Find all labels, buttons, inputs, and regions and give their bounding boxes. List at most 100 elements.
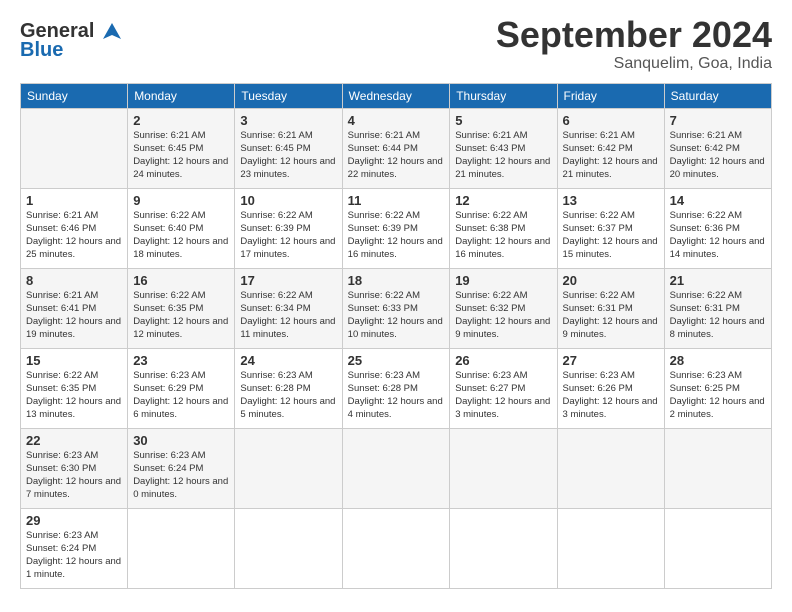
location-subtitle: Sanquelim, Goa, India [496,55,772,73]
calendar-cell: 8 Sunrise: 6:21 AMSunset: 6:41 PMDayligh… [21,268,128,348]
day-info: Sunrise: 6:21 AMSunset: 6:42 PMDaylight:… [670,130,765,181]
calendar-cell: 21 Sunrise: 6:22 AMSunset: 6:31 PMDaylig… [664,268,771,348]
day-number: 2 [133,113,229,128]
calendar-cell: 18 Sunrise: 6:22 AMSunset: 6:33 PMDaylig… [342,268,450,348]
day-info: Sunrise: 6:22 AMSunset: 6:35 PMDaylight:… [133,290,228,341]
day-info: Sunrise: 6:23 AMSunset: 6:30 PMDaylight:… [26,450,121,501]
weekday-header-monday: Monday [128,83,235,108]
day-number: 8 [26,273,122,288]
calendar-cell: 24 Sunrise: 6:23 AMSunset: 6:28 PMDaylig… [235,348,342,428]
day-number: 23 [133,353,229,368]
calendar-cell: 17 Sunrise: 6:22 AMSunset: 6:34 PMDaylig… [235,268,342,348]
month-title: September 2024 [496,15,772,55]
day-info: Sunrise: 6:21 AMSunset: 6:43 PMDaylight:… [455,130,550,181]
weekday-header-tuesday: Tuesday [235,83,342,108]
day-number: 21 [670,273,766,288]
day-info: Sunrise: 6:23 AMSunset: 6:24 PMDaylight:… [26,530,121,581]
calendar-cell: 23 Sunrise: 6:23 AMSunset: 6:29 PMDaylig… [128,348,235,428]
calendar-cell [235,508,342,588]
day-info: Sunrise: 6:22 AMSunset: 6:36 PMDaylight:… [670,210,765,261]
day-number: 26 [455,353,551,368]
calendar-cell: 9 Sunrise: 6:22 AMSunset: 6:40 PMDayligh… [128,188,235,268]
day-number: 19 [455,273,551,288]
day-info: Sunrise: 6:21 AMSunset: 6:45 PMDaylight:… [133,130,228,181]
calendar-cell [664,508,771,588]
calendar-cell: 1 Sunrise: 6:21 AMSunset: 6:46 PMDayligh… [21,188,128,268]
calendar-cell: 4 Sunrise: 6:21 AMSunset: 6:44 PMDayligh… [342,108,450,188]
day-info: Sunrise: 6:22 AMSunset: 6:32 PMDaylight:… [455,290,550,341]
calendar-cell: 25 Sunrise: 6:23 AMSunset: 6:28 PMDaylig… [342,348,450,428]
day-info: Sunrise: 6:22 AMSunset: 6:40 PMDaylight:… [133,210,228,261]
weekday-header-friday: Friday [557,83,664,108]
day-number: 22 [26,433,122,448]
day-info: Sunrise: 6:22 AMSunset: 6:34 PMDaylight:… [240,290,335,341]
day-number: 30 [133,433,229,448]
calendar-cell: 13 Sunrise: 6:22 AMSunset: 6:37 PMDaylig… [557,188,664,268]
calendar-cell: 11 Sunrise: 6:22 AMSunset: 6:39 PMDaylig… [342,188,450,268]
calendar-cell: 3 Sunrise: 6:21 AMSunset: 6:45 PMDayligh… [235,108,342,188]
day-number: 10 [240,193,336,208]
calendar-cell: 22 Sunrise: 6:23 AMSunset: 6:30 PMDaylig… [21,428,128,508]
day-number: 14 [670,193,766,208]
calendar-cell [450,428,557,508]
calendar-cell [450,508,557,588]
header: General Blue September 2024 Sanquelim, G… [20,15,772,73]
calendar-cell [235,428,342,508]
page-container: General Blue September 2024 Sanquelim, G… [0,0,792,599]
weekday-header-wednesday: Wednesday [342,83,450,108]
calendar-cell: 29 Sunrise: 6:23 AMSunset: 6:24 PMDaylig… [21,508,128,588]
calendar-cell: 12 Sunrise: 6:22 AMSunset: 6:38 PMDaylig… [450,188,557,268]
day-number: 20 [563,273,659,288]
day-number: 11 [348,193,445,208]
day-info: Sunrise: 6:23 AMSunset: 6:29 PMDaylight:… [133,370,228,421]
day-info: Sunrise: 6:22 AMSunset: 6:38 PMDaylight:… [455,210,550,261]
calendar-cell: 16 Sunrise: 6:22 AMSunset: 6:35 PMDaylig… [128,268,235,348]
calendar-cell: 27 Sunrise: 6:23 AMSunset: 6:26 PMDaylig… [557,348,664,428]
calendar-table: SundayMondayTuesdayWednesdayThursdayFrid… [20,83,772,589]
logo: General Blue [20,20,123,62]
calendar-cell [557,428,664,508]
day-number: 9 [133,193,229,208]
calendar-cell: 5 Sunrise: 6:21 AMSunset: 6:43 PMDayligh… [450,108,557,188]
day-info: Sunrise: 6:21 AMSunset: 6:42 PMDaylight:… [563,130,658,181]
calendar-cell: 26 Sunrise: 6:23 AMSunset: 6:27 PMDaylig… [450,348,557,428]
day-number: 18 [348,273,445,288]
day-number: 12 [455,193,551,208]
day-number: 17 [240,273,336,288]
day-number: 6 [563,113,659,128]
calendar-cell: 10 Sunrise: 6:22 AMSunset: 6:39 PMDaylig… [235,188,342,268]
logo-icon [101,21,123,43]
day-number: 25 [348,353,445,368]
day-number: 13 [563,193,659,208]
calendar-cell [557,508,664,588]
day-number: 29 [26,513,122,528]
calendar-cell: 20 Sunrise: 6:22 AMSunset: 6:31 PMDaylig… [557,268,664,348]
day-number: 16 [133,273,229,288]
day-info: Sunrise: 6:23 AMSunset: 6:24 PMDaylight:… [133,450,228,501]
day-number: 28 [670,353,766,368]
day-info: Sunrise: 6:23 AMSunset: 6:25 PMDaylight:… [670,370,765,421]
weekday-header-saturday: Saturday [664,83,771,108]
day-info: Sunrise: 6:22 AMSunset: 6:37 PMDaylight:… [563,210,658,261]
calendar-cell: 2 Sunrise: 6:21 AMSunset: 6:45 PMDayligh… [128,108,235,188]
calendar-cell: 28 Sunrise: 6:23 AMSunset: 6:25 PMDaylig… [664,348,771,428]
calendar-cell: 15 Sunrise: 6:22 AMSunset: 6:35 PMDaylig… [21,348,128,428]
day-info: Sunrise: 6:22 AMSunset: 6:33 PMDaylight:… [348,290,443,341]
calendar-cell [342,428,450,508]
day-info: Sunrise: 6:21 AMSunset: 6:46 PMDaylight:… [26,210,121,261]
weekday-header-sunday: Sunday [21,83,128,108]
day-number: 5 [455,113,551,128]
calendar-cell [21,108,128,188]
day-number: 7 [670,113,766,128]
calendar-cell: 30 Sunrise: 6:23 AMSunset: 6:24 PMDaylig… [128,428,235,508]
calendar-cell: 14 Sunrise: 6:22 AMSunset: 6:36 PMDaylig… [664,188,771,268]
weekday-header-thursday: Thursday [450,83,557,108]
calendar-cell: 6 Sunrise: 6:21 AMSunset: 6:42 PMDayligh… [557,108,664,188]
day-info: Sunrise: 6:23 AMSunset: 6:27 PMDaylight:… [455,370,550,421]
day-info: Sunrise: 6:22 AMSunset: 6:39 PMDaylight:… [240,210,335,261]
day-info: Sunrise: 6:23 AMSunset: 6:28 PMDaylight:… [348,370,443,421]
day-info: Sunrise: 6:22 AMSunset: 6:39 PMDaylight:… [348,210,443,261]
day-info: Sunrise: 6:23 AMSunset: 6:26 PMDaylight:… [563,370,658,421]
title-block: September 2024 Sanquelim, Goa, India [496,15,772,73]
calendar-cell [342,508,450,588]
